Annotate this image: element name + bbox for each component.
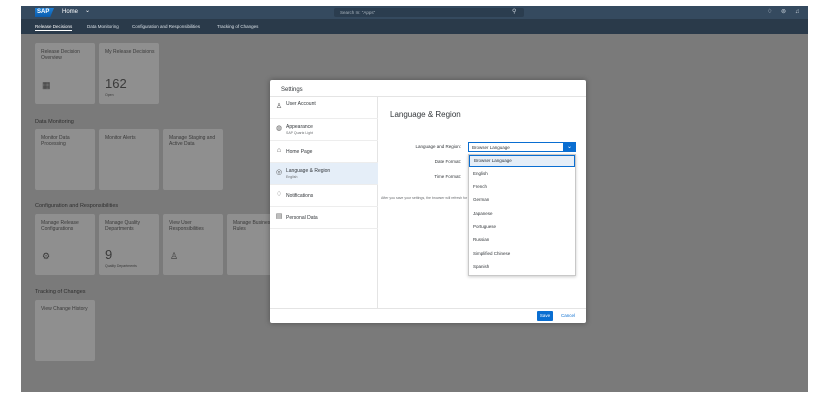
tile-view-user-responsibilities[interactable]: View User Responsibilities ♙	[163, 214, 223, 275]
sidebar-item-appearance[interactable]: ◍ Appearance SAP Quartz Light	[270, 119, 378, 141]
sidebar-item-label: Notifications	[286, 193, 314, 199]
tile-title: Manage Staging and Active Data	[169, 135, 216, 147]
sidebar-item-personal-data[interactable]: ▤ Personal Data	[270, 207, 378, 229]
bell-icon: ♢	[275, 191, 283, 198]
language-label: Language and Region:	[415, 144, 461, 149]
save-button[interactable]: Save	[537, 311, 553, 321]
sidebar-item-notifications[interactable]: ♢ Notifications	[270, 185, 378, 207]
settings-sidebar: ♙ User Account ◍ Appearance SAP Quartz L…	[270, 97, 378, 308]
option-simplified-chinese[interactable]: Simplified Chinese	[469, 248, 575, 260]
tile-kpi-unit: Quality Departments	[105, 264, 137, 268]
group-title-configuration: Configuration and Responsibilities	[35, 203, 119, 209]
notification-icon[interactable]: ♫	[795, 8, 800, 17]
tile-my-release-decisions[interactable]: My Release Decisions 162 Open	[99, 43, 159, 104]
option-spanish[interactable]: Spanish	[469, 261, 575, 273]
sap-logo[interactable]: SAP	[35, 8, 54, 17]
tile-manage-release-configurations[interactable]: Manage Release Configurations ⚙	[35, 214, 95, 275]
sidebar-item-user-account[interactable]: ♙ User Account	[270, 97, 378, 119]
search-icon[interactable]: ⚲	[512, 8, 516, 17]
user-icon: ♙	[275, 103, 283, 110]
home-icon: ⌂	[276, 147, 282, 154]
anchor-nav-bar: Release Decisions Data Monitoring Config…	[21, 19, 808, 34]
sidebar-item-language-region[interactable]: ◎ Language & Region English	[270, 163, 378, 185]
settings-dialog: Settings ♙ User Account ◍ Appearance SAP…	[270, 80, 586, 323]
section-title: Language & Region	[390, 110, 461, 119]
id-card-icon: ▤	[275, 213, 283, 220]
divider	[270, 308, 586, 309]
tile-release-decision-overview[interactable]: Release Decision Overview ▦	[35, 43, 95, 104]
cancel-button[interactable]: Cancel	[558, 311, 578, 321]
option-english[interactable]: English	[469, 168, 575, 180]
sidebar-item-label: Personal Data	[286, 215, 318, 221]
globe-icon: ◎	[275, 169, 283, 176]
user-search-icon: ♙	[170, 251, 179, 261]
sidebar-item-home-page[interactable]: ⌂ Home Page	[270, 141, 378, 163]
overview-icon: ▦	[42, 80, 51, 90]
tile-monitor-data-processing[interactable]: Monitor Data Processing	[35, 129, 95, 190]
tile-title: Monitor Data Processing	[41, 135, 70, 147]
search-input[interactable]: Search In: "Apps"	[334, 8, 524, 17]
palette-icon: ◍	[275, 125, 283, 132]
tab-configuration[interactable]: Configuration and Responsibilities	[132, 23, 200, 30]
option-japanese[interactable]: Japanese	[469, 208, 575, 220]
tile-kpi-number: 162	[105, 76, 127, 91]
shell-bar: SAP Home ⌄ Search In: "Apps" ⚲ ♢ ⊚ ♫	[21, 6, 808, 19]
dialog-title: Settings	[281, 87, 303, 93]
chevron-down-icon[interactable]: ⌄	[563, 142, 576, 152]
tab-tracking-of-changes[interactable]: Tracking of Changes	[217, 23, 258, 30]
tile-title: Manage Release Configurations	[41, 220, 79, 232]
language-select-value: Browser Language	[472, 145, 510, 150]
time-format-label: Time Format:	[434, 174, 461, 179]
language-select[interactable]: Browser Language ⌄	[468, 142, 576, 152]
sidebar-item-label: Language & Region	[286, 168, 331, 174]
option-browser-language[interactable]: Browser Language	[469, 155, 575, 167]
tile-manage-quality-departments[interactable]: Manage Quality Departments 9 Quality Dep…	[99, 214, 159, 275]
option-german[interactable]: German	[469, 194, 575, 206]
date-format-label: Date Format:	[434, 159, 461, 164]
tile-title: Monitor Alerts	[105, 135, 136, 141]
launchpad-frame: SAP Home ⌄ Search In: "Apps" ⚲ ♢ ⊚ ♫ Rel…	[21, 6, 808, 392]
tile-monitor-alerts[interactable]: Monitor Alerts	[99, 129, 159, 190]
option-portuguese[interactable]: Portuguese	[469, 221, 575, 233]
settings-icon: ⚙	[42, 251, 51, 261]
option-russian[interactable]: Russian	[469, 234, 575, 246]
sidebar-item-sub: SAP Quartz Light	[286, 131, 313, 135]
tile-title: My Release Decisions	[105, 49, 155, 55]
tile-title: View Change History	[41, 306, 88, 312]
help-icon[interactable]: ⊚	[781, 8, 786, 17]
tab-data-monitoring[interactable]: Data Monitoring	[87, 23, 119, 30]
sidebar-item-label: Home Page	[286, 149, 313, 155]
tile-kpi-number: 9	[105, 247, 113, 262]
language-dropdown-list: Browser Language English French German J…	[468, 154, 576, 276]
tile-kpi-unit: Open	[105, 93, 114, 97]
tile-manage-staging[interactable]: Manage Staging and Active Data	[163, 129, 223, 190]
sidebar-item-label: User Account	[286, 101, 316, 107]
tile-title: Manage Quality Departments	[105, 220, 141, 232]
chevron-down-icon[interactable]: ⌄	[85, 7, 90, 16]
group-title-tracking: Tracking of Changes	[35, 289, 86, 295]
home-menu-button[interactable]: Home	[62, 8, 78, 17]
tile-view-change-history[interactable]: View Change History	[35, 300, 95, 361]
sidebar-item-sub: English	[286, 175, 298, 179]
option-french[interactable]: French	[469, 181, 575, 193]
bell-icon[interactable]: ♢	[767, 8, 772, 17]
tab-release-decisions[interactable]: Release Decisions	[35, 23, 73, 31]
tile-title: Release Decision Overview	[41, 49, 80, 61]
group-title-data-monitoring: Data Monitoring	[35, 119, 74, 125]
sidebar-item-label: Appearance	[286, 124, 313, 130]
tile-title: View User Responsibilities	[169, 220, 204, 232]
save-note: After you save your settings, the browse…	[381, 196, 471, 200]
